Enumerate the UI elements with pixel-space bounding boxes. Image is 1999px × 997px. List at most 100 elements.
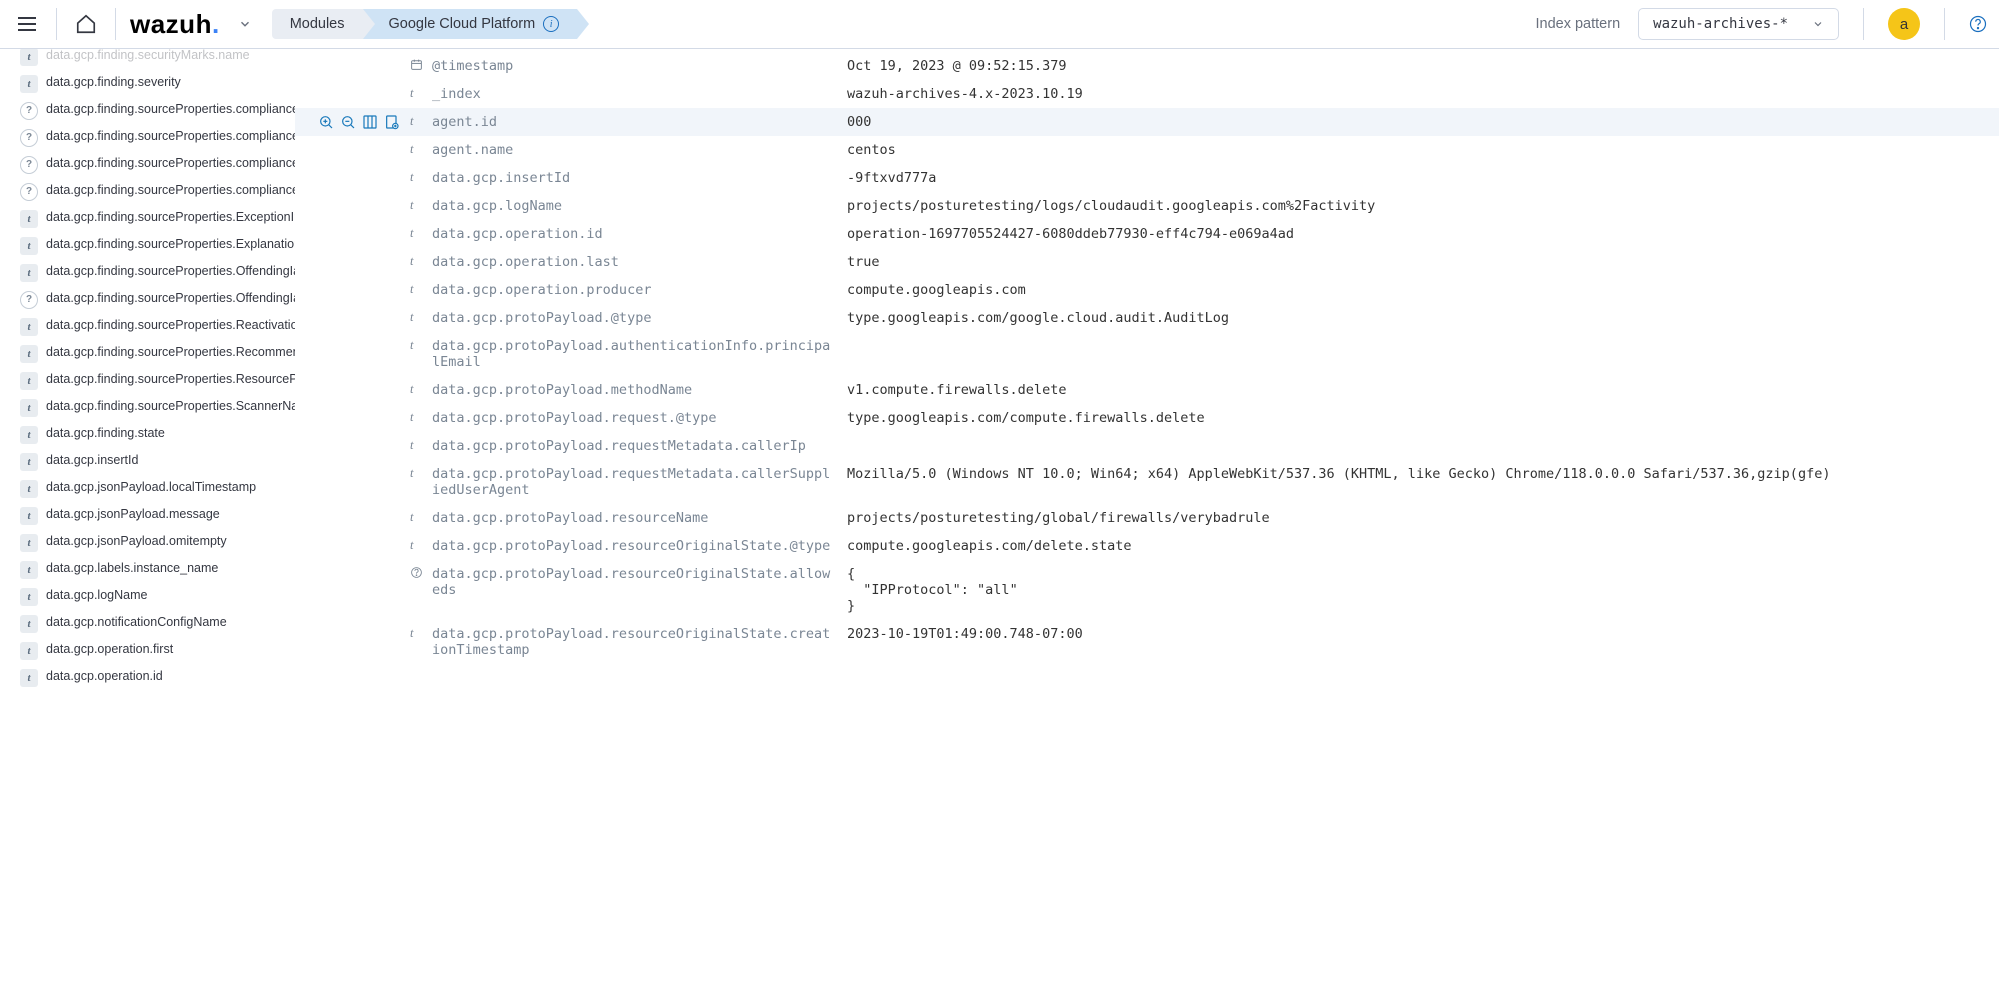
field-item[interactable]: tdata.gcp.finding.securityMarks.name	[0, 49, 295, 70]
field-type-icon: t	[410, 466, 432, 481]
doc-field-row: t_indexwazuh-archives-4.x-2023.10.19	[295, 80, 1999, 108]
doc-field-value: -9ftxvd777a	[847, 170, 1999, 186]
text-type-icon: t	[20, 534, 38, 552]
main-area: tdata.gcp.finding.securityMarks.nametdat…	[0, 49, 1999, 997]
doc-field-row: tdata.gcp.operation.lasttrue	[295, 248, 1999, 276]
field-item[interactable]: ?data.gcp.finding.sourceProperties.compl…	[0, 124, 295, 151]
doc-field-row: tdata.gcp.protoPayload.resourceNameproje…	[295, 504, 1999, 532]
field-name: data.gcp.insertId	[46, 452, 138, 469]
doc-field-name: agent.id	[432, 114, 847, 130]
info-icon[interactable]: i	[543, 16, 559, 32]
field-name: data.gcp.jsonPayload.message	[46, 506, 220, 523]
doc-field-value: type.googleapis.com/compute.firewalls.de…	[847, 410, 1999, 426]
row-tools	[295, 114, 410, 130]
doc-field-row: tdata.gcp.protoPayload.request.@typetype…	[295, 404, 1999, 432]
field-item[interactable]: ?data.gcp.finding.sourceProperties.Offen…	[0, 286, 295, 313]
index-pattern-select[interactable]: wazuh-archives-*	[1638, 8, 1839, 40]
field-name: data.gcp.jsonPayload.localTimestamp	[46, 479, 256, 496]
field-item[interactable]: tdata.gcp.finding.sourceProperties.Resou…	[0, 367, 295, 394]
field-item[interactable]: t data.gcp.finding.sourceProperties.Scann…	[0, 394, 295, 421]
field-item[interactable]: tdata.gcp.finding.sourceProperties.React…	[0, 313, 295, 340]
field-name: data.gcp.finding.sourceProperties.Explan…	[46, 236, 295, 253]
doc-field-value: projects/posturetesting/global/firewalls…	[847, 510, 1999, 526]
filter-in-icon[interactable]	[318, 114, 334, 130]
field-name: data.gcp.finding.sourceProperties.Scanne…	[46, 398, 295, 415]
help-button[interactable]	[1969, 15, 1987, 33]
toggle-column-icon[interactable]	[362, 114, 378, 130]
doc-field-row: tdata.gcp.protoPayload.@typetype.googlea…	[295, 304, 1999, 332]
doc-field-name: data.gcp.protoPayload.authenticationInfo…	[432, 338, 847, 370]
field-item[interactable]: tdata.gcp.operation.id	[0, 664, 295, 691]
filter-out-icon[interactable]	[340, 114, 356, 130]
field-name: data.gcp.operation.first	[46, 641, 173, 658]
field-item[interactable]: ?data.gcp.finding.sourceProperties.compl…	[0, 178, 295, 205]
doc-field-value: true	[847, 254, 1999, 270]
field-item[interactable]: tdata.gcp.finding.severity	[0, 70, 295, 97]
field-name: data.gcp.labels.instance_name	[46, 560, 218, 577]
field-item[interactable]: tdata.gcp.notificationConfigName	[0, 610, 295, 637]
doc-field-value: 2023-10-19T01:49:00.748-07:00	[847, 626, 1999, 642]
field-item[interactable]: tdata.gcp.finding.sourceProperties.Offen…	[0, 259, 295, 286]
field-type-icon: t	[410, 538, 432, 553]
field-type-icon: t	[410, 410, 432, 425]
doc-field-row: tdata.gcp.protoPayload.methodNamev1.comp…	[295, 376, 1999, 404]
doc-field-row: @timestampOct 19, 2023 @ 09:52:15.379	[295, 52, 1999, 80]
field-item[interactable]: tdata.gcp.labels.instance_name	[0, 556, 295, 583]
text-type-icon: t	[20, 507, 38, 525]
unknown-type-icon: ?	[20, 183, 38, 201]
breadcrumb: Modules Google Cloud Platform i	[272, 9, 578, 39]
field-item[interactable]: tdata.gcp.insertId	[0, 448, 295, 475]
text-type-icon: t	[20, 426, 38, 444]
text-type-icon: t	[20, 237, 38, 255]
unknown-type-icon: ?	[20, 156, 38, 174]
doc-field-row: tdata.gcp.logNameprojects/posturetesting…	[295, 192, 1999, 220]
breadcrumb-active-module[interactable]: Google Cloud Platform i	[363, 9, 578, 39]
field-item[interactable]: tdata.gcp.finding.sourceProperties.Recom…	[0, 340, 295, 367]
field-item[interactable]: tdata.gcp.jsonPayload.localTimestamp	[0, 475, 295, 502]
field-item[interactable]: t data.gcp.operation.first	[0, 637, 295, 664]
text-type-icon: t	[20, 642, 38, 660]
menu-toggle-button[interactable]	[12, 9, 42, 39]
divider	[115, 8, 116, 40]
doc-field-name: data.gcp.protoPayload.methodName	[432, 382, 847, 398]
doc-field-name: data.gcp.operation.producer	[432, 282, 847, 298]
fields-sidebar[interactable]: tdata.gcp.finding.securityMarks.nametdat…	[0, 49, 295, 997]
user-avatar[interactable]: a	[1888, 8, 1920, 40]
doc-field-name: data.gcp.protoPayload.request.@type	[432, 410, 847, 426]
doc-field-name: _index	[432, 86, 847, 102]
field-item[interactable]: tdata.gcp.finding.state	[0, 421, 295, 448]
field-type-icon: t	[410, 438, 432, 453]
field-item[interactable]: ?data.gcp.finding.sourceProperties.compl…	[0, 151, 295, 178]
field-item[interactable]: tdata.gcp.logName	[0, 583, 295, 610]
doc-field-name: data.gcp.protoPayload.resourceOriginalSt…	[432, 626, 847, 658]
field-type-icon: t	[410, 510, 432, 525]
divider	[1863, 8, 1864, 40]
field-item[interactable]: ?data.gcp.finding.sourceProperties.compl…	[0, 97, 295, 124]
document-detail[interactable]: @timestampOct 19, 2023 @ 09:52:15.379t_i…	[295, 49, 1999, 997]
text-type-icon: t	[20, 318, 38, 336]
top-right-controls: Index pattern wazuh-archives-* a	[1535, 8, 1987, 40]
field-item[interactable]: t data.gcp.jsonPayload.message	[0, 502, 295, 529]
field-item[interactable]: tdata.gcp.jsonPayload.omitempty	[0, 529, 295, 556]
field-name: data.gcp.logName	[46, 587, 147, 604]
field-item[interactable]: tdata.gcp.finding.sourceProperties.Excep…	[0, 205, 295, 232]
doc-field-value: compute.googleapis.com/delete.state	[847, 538, 1999, 554]
field-name: data.gcp.finding.sourceProperties.compli…	[46, 128, 295, 145]
home-icon	[75, 13, 97, 35]
home-button[interactable]	[71, 9, 101, 39]
field-type-icon: t	[410, 282, 432, 297]
breadcrumb-modules[interactable]: Modules	[272, 9, 363, 39]
doc-field-row: tagent.namecentos	[295, 136, 1999, 164]
field-type-icon: t	[410, 626, 432, 641]
field-item[interactable]: t data.gcp.finding.sourceProperties.Expla…	[0, 232, 295, 259]
chevron-down-icon[interactable]	[238, 17, 252, 31]
exists-filter-icon[interactable]	[384, 114, 400, 130]
doc-field-name: agent.name	[432, 142, 847, 158]
field-type-icon: t	[410, 198, 432, 213]
index-pattern-value: wazuh-archives-*	[1653, 16, 1788, 32]
field-name: data.gcp.finding.sourceProperties.Except…	[46, 209, 295, 226]
field-name: data.gcp.finding.severity	[46, 74, 181, 91]
doc-field-value: compute.googleapis.com	[847, 282, 1999, 298]
wazuh-logo[interactable]: wazuh.	[130, 9, 220, 40]
text-type-icon: t	[20, 399, 38, 417]
